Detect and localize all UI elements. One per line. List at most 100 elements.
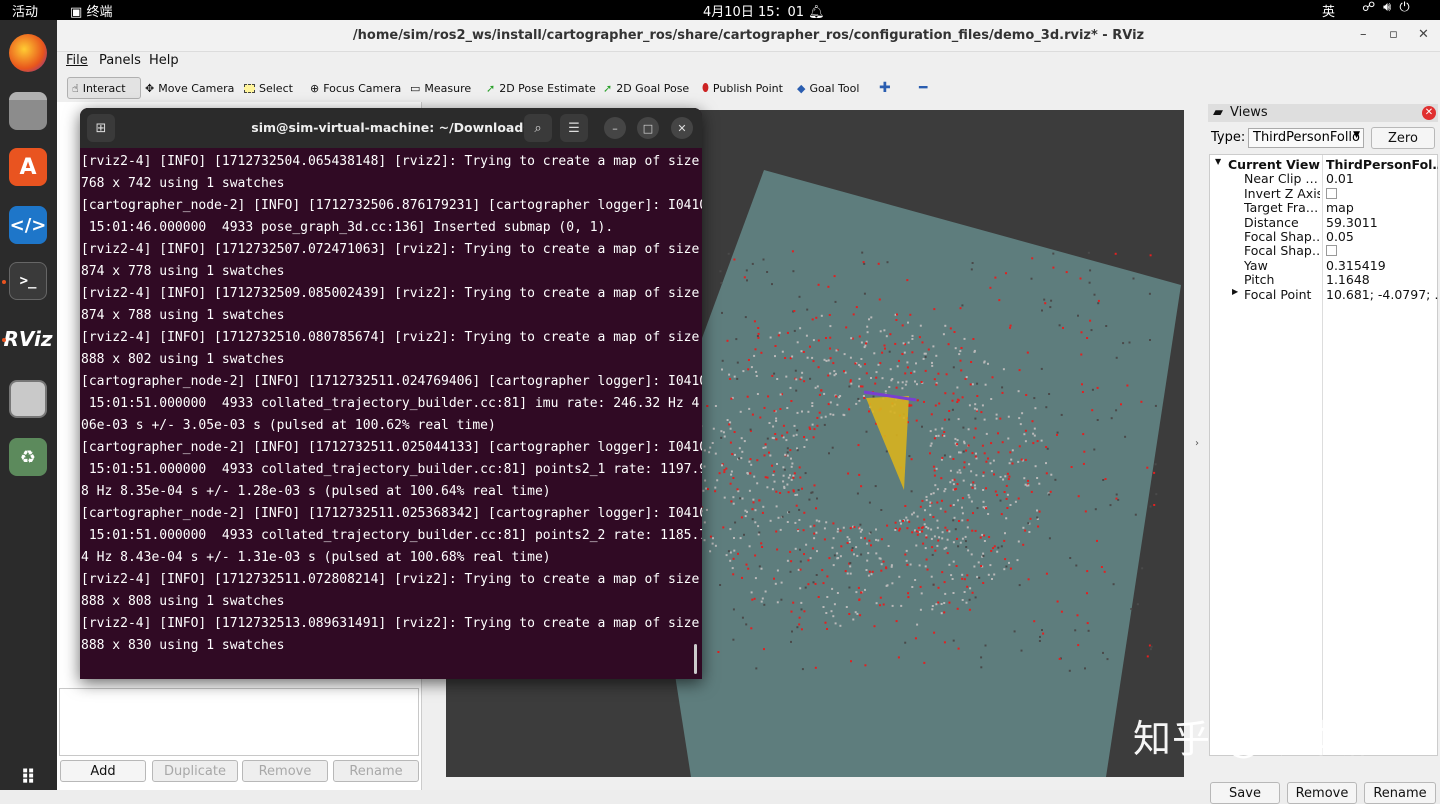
close-button[interactable]: ✕ bbox=[1418, 27, 1429, 42]
cloud-point bbox=[898, 529, 901, 532]
focus-camera-tool[interactable]: ⊕ Focus Camera bbox=[306, 77, 405, 99]
rename-display-button[interactable]: Rename bbox=[333, 760, 419, 782]
view-prop-value[interactable]: ThirdPersonFol… bbox=[1326, 157, 1438, 172]
cloud-point bbox=[789, 550, 792, 553]
cloud-point bbox=[776, 378, 779, 380]
add-display-button[interactable]: Add bbox=[60, 760, 146, 782]
terminal-minimize-button[interactable]: – bbox=[604, 117, 626, 139]
input-method-indicator[interactable]: 英 bbox=[1322, 1, 1335, 20]
move-camera-tool[interactable]: ✥ Move Camera bbox=[141, 77, 238, 99]
cloud-point bbox=[980, 565, 983, 567]
active-app-menu[interactable]: ▣ 终端 bbox=[70, 1, 112, 20]
cloud-point bbox=[968, 598, 971, 601]
menu-button[interactable]: ☰ bbox=[560, 114, 588, 142]
view-prop-value[interactable]: 0.01 bbox=[1326, 171, 1438, 186]
text-editor-icon[interactable] bbox=[9, 380, 47, 418]
publish-point-tool[interactable]: ⬮ Publish Point bbox=[698, 77, 787, 99]
view-type-select[interactable]: ThirdPersonFollo ▼ bbox=[1248, 128, 1364, 148]
trash-icon[interactable]: ♻ bbox=[9, 438, 47, 476]
cloud-point bbox=[983, 360, 986, 363]
view-prop-name[interactable]: Invert Z Axis bbox=[1244, 186, 1320, 201]
cloud-point bbox=[1039, 635, 1041, 638]
pose-estimate-tool[interactable]: ➚ 2D Pose Estimate bbox=[482, 77, 600, 99]
search-button[interactable]: ⌕ bbox=[524, 114, 552, 142]
remove-tool-button[interactable]: ━ bbox=[915, 77, 931, 99]
splitter-handle-icon[interactable]: › bbox=[1195, 438, 1199, 449]
duplicate-display-button[interactable]: Duplicate bbox=[152, 760, 238, 782]
view-prop-name[interactable]: Distance bbox=[1244, 215, 1320, 230]
goal-pose-tool[interactable]: ➚ 2D Goal Pose bbox=[599, 77, 693, 99]
cloud-point bbox=[864, 344, 867, 347]
cloud-point bbox=[858, 598, 861, 601]
minimize-button[interactable]: – bbox=[1360, 27, 1367, 42]
add-tool-button[interactable]: ✚ bbox=[875, 77, 895, 99]
firefox-icon[interactable] bbox=[9, 34, 47, 72]
cloud-point bbox=[1097, 299, 1100, 302]
view-prop-name[interactable]: Yaw bbox=[1244, 258, 1320, 273]
view-prop-value[interactable]: map bbox=[1326, 200, 1438, 215]
menu-file[interactable]: File bbox=[66, 53, 88, 68]
cloud-point bbox=[900, 604, 903, 607]
view-prop-value[interactable]: 59.3011 bbox=[1326, 215, 1438, 230]
activities-button[interactable]: 活动 bbox=[12, 1, 38, 20]
cloud-point bbox=[848, 613, 851, 615]
terminal-app-icon: ▣ bbox=[70, 5, 83, 20]
save-view-button[interactable]: Save bbox=[1210, 782, 1280, 804]
rename-view-button[interactable]: Rename bbox=[1364, 782, 1436, 804]
terminal-output[interactable]: [rviz2-4] [INFO] [1712732504.065438148] … bbox=[81, 151, 702, 657]
cloud-point bbox=[996, 494, 999, 497]
view-prop-checkbox[interactable] bbox=[1326, 245, 1337, 257]
view-prop-value[interactable]: 1.1648 bbox=[1326, 272, 1438, 287]
view-prop-value[interactable]: 0.315419 bbox=[1326, 258, 1438, 273]
terminal-scrollbar[interactable] bbox=[694, 644, 697, 674]
view-prop-name[interactable]: Near Clip … bbox=[1244, 171, 1320, 186]
view-prop-name[interactable]: Focal Point bbox=[1244, 287, 1320, 302]
cloud-point bbox=[956, 607, 959, 610]
goal-tool[interactable]: ◆ Goal Tool bbox=[793, 77, 863, 99]
view-prop-name[interactable]: Current View bbox=[1228, 157, 1320, 172]
cloud-point bbox=[833, 554, 836, 557]
window-titlebar[interactable]: /home/sim/ros2_ws/install/cartographer_r… bbox=[57, 20, 1440, 52]
system-tray[interactable]: ☍🔊︎⏻ bbox=[1362, 0, 1418, 15]
zero-button[interactable]: Zero bbox=[1371, 127, 1435, 149]
cloud-point bbox=[916, 515, 919, 518]
view-prop-checkbox[interactable] bbox=[1326, 187, 1337, 199]
terminal-close-button[interactable]: ✕ bbox=[671, 117, 693, 139]
vscode-icon[interactable]: </> bbox=[9, 206, 47, 244]
cloud-point bbox=[878, 298, 881, 301]
terminal-icon[interactable]: >_ bbox=[9, 262, 47, 300]
show-apps-icon[interactable]: ⠿ bbox=[9, 758, 47, 796]
files-icon[interactable] bbox=[9, 92, 47, 130]
terminal-headerbar[interactable]: ⊞ sim@sim-virtual-machine: ~/Downloads ⌕… bbox=[80, 108, 702, 148]
view-prop-value[interactable]: 0.05 bbox=[1326, 229, 1438, 244]
view-prop-name[interactable]: Target Fra… bbox=[1244, 200, 1320, 215]
cloud-point bbox=[784, 453, 787, 456]
close-panel-icon[interactable]: ✕ bbox=[1422, 106, 1436, 120]
cloud-point bbox=[859, 385, 862, 388]
view-prop-name[interactable]: Focal Shap… bbox=[1244, 229, 1320, 244]
cloud-point bbox=[903, 351, 906, 354]
maximize-button[interactable]: ▫ bbox=[1389, 27, 1398, 42]
menu-panels[interactable]: Panels bbox=[99, 53, 141, 68]
measure-tool[interactable]: ▭ Measure bbox=[406, 77, 475, 99]
terminal-window[interactable]: ⊞ sim@sim-virtual-machine: ~/Downloads ⌕… bbox=[80, 108, 702, 679]
terminal-maximize-button[interactable]: □ bbox=[637, 117, 659, 139]
remove-display-button[interactable]: Remove bbox=[242, 760, 328, 782]
expand-arrow-icon[interactable]: ▼ bbox=[1215, 157, 1221, 166]
view-prop-name[interactable]: Pitch bbox=[1244, 272, 1320, 287]
cloud-point bbox=[728, 423, 731, 426]
remove-view-button[interactable]: Remove bbox=[1287, 782, 1357, 804]
cloud-point bbox=[809, 525, 812, 528]
cloud-point bbox=[853, 553, 855, 556]
view-prop-name[interactable]: Focal Shap… bbox=[1244, 243, 1320, 258]
view-prop-value[interactable]: 10.681; -4.0797; … bbox=[1326, 287, 1438, 302]
interact-tool[interactable]: ☝ Interact bbox=[67, 77, 141, 99]
cloud-point bbox=[732, 638, 735, 641]
software-center-icon[interactable]: A bbox=[9, 148, 47, 186]
hand-icon: ☝ bbox=[72, 81, 79, 95]
collapse-arrow-icon[interactable]: ▶ bbox=[1232, 287, 1238, 296]
rviz-icon[interactable]: RViz bbox=[3, 320, 52, 358]
menu-help[interactable]: Help bbox=[149, 53, 179, 68]
clock[interactable]: 4月10日 15：01 🔔︎ bbox=[703, 1, 825, 20]
select-tool[interactable]: Select bbox=[240, 77, 297, 99]
